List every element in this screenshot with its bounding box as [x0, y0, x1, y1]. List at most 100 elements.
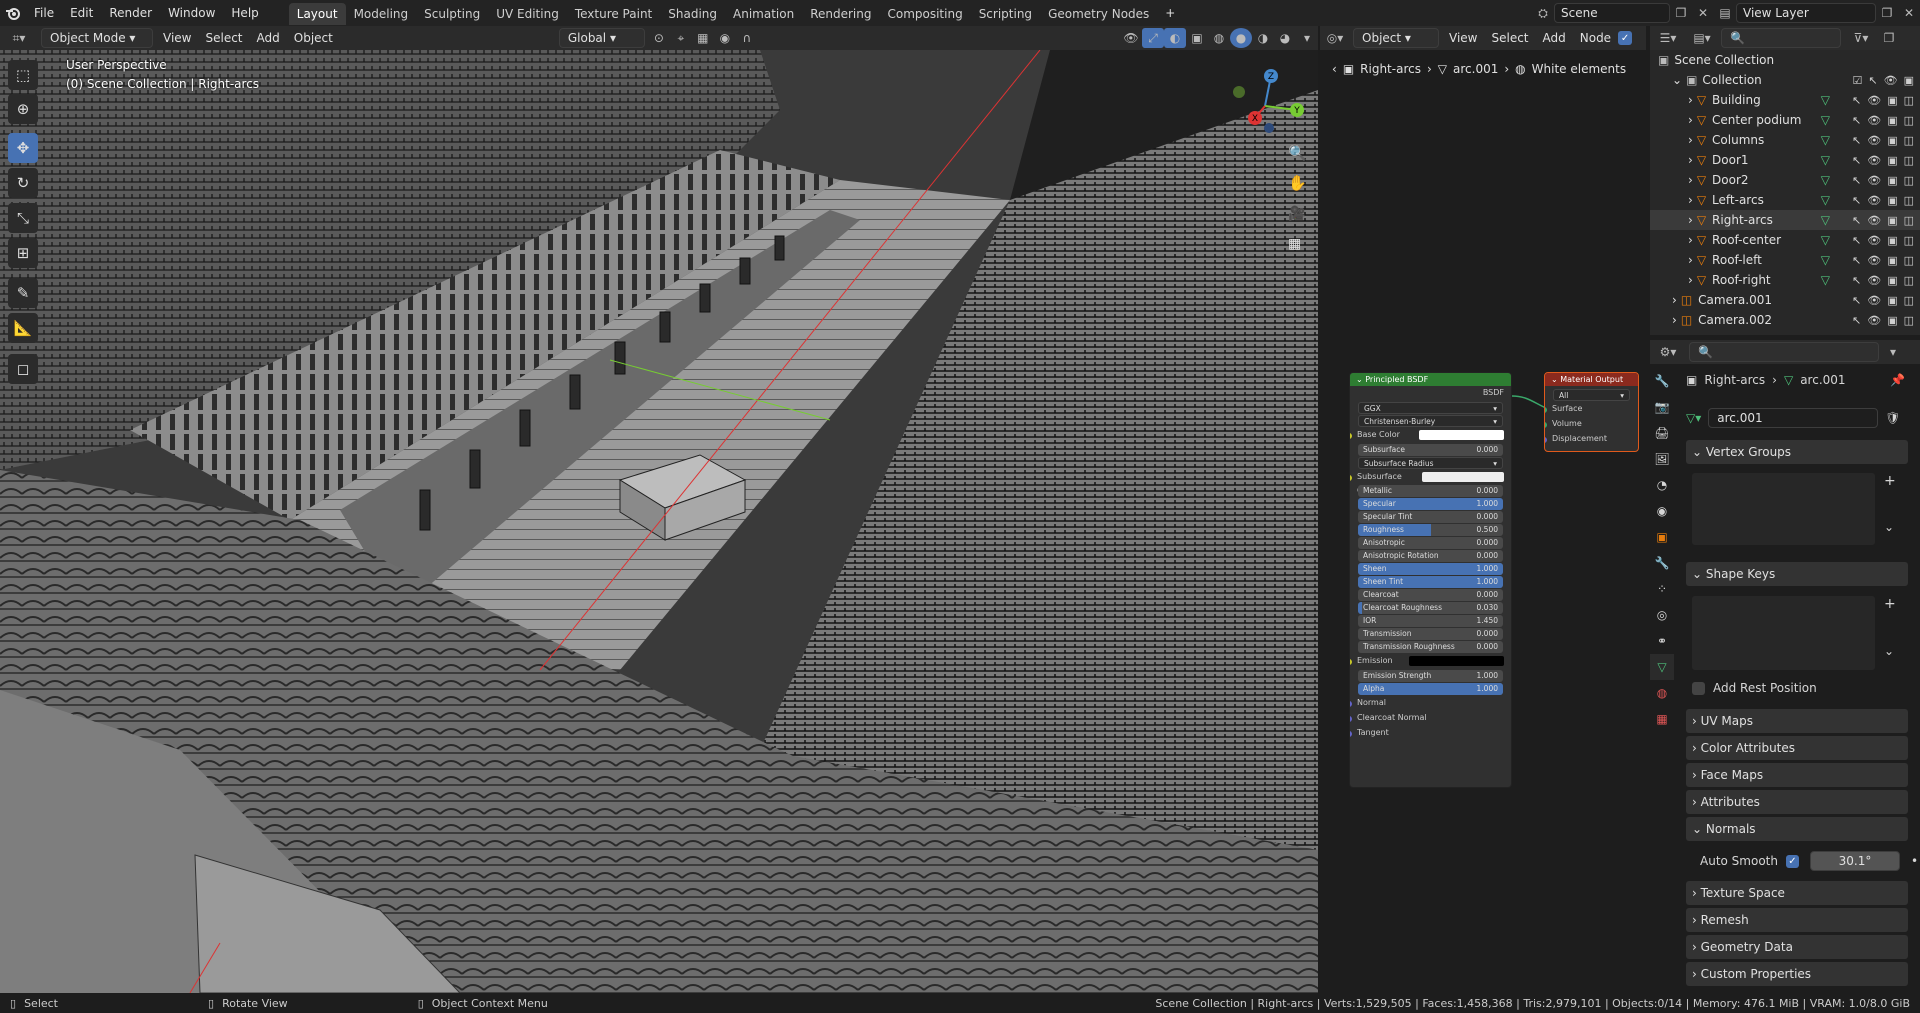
socket-icon[interactable] [1545, 436, 1547, 443]
view-layer-tab-icon[interactable]: 🖼 [1650, 446, 1674, 472]
bsdf-param-field[interactable]: Anisotropic 0.000 [1358, 537, 1503, 550]
camera-icon[interactable]: ◫ [1904, 174, 1914, 187]
auto-smooth-angle-field[interactable]: 30.1° [1809, 851, 1900, 871]
displacement-input[interactable]: Displacement [1545, 432, 1638, 447]
emission-row[interactable]: Emission [1350, 654, 1511, 669]
select-icon[interactable]: ↖ [1852, 254, 1861, 267]
bsdf-param-field[interactable]: IOR 1.450 [1358, 615, 1503, 628]
render-icon[interactable]: ▣ [1887, 294, 1897, 307]
tab-uv-editing[interactable]: UV Editing [488, 3, 567, 25]
select-icon[interactable]: ↖ [1852, 94, 1861, 107]
eye-icon[interactable]: 👁 [1867, 94, 1881, 107]
outliner-object-row[interactable]: › ▽ Right-arcs ▽ ↖ 👁 ▣ ◫ [1650, 210, 1920, 230]
render-icon[interactable]: ▣ [1887, 174, 1897, 187]
node-menu-select[interactable]: Select [1484, 26, 1535, 50]
gizmo-toggle-icon[interactable]: ⤢ [1142, 28, 1164, 48]
shading-options-icon[interactable]: ▾ [1296, 28, 1318, 48]
physics-tab-icon[interactable]: ◎ [1650, 602, 1674, 628]
socket-icon[interactable] [1350, 432, 1352, 439]
mode-dropdown[interactable]: Object Mode ▾ [41, 28, 153, 48]
eye-icon[interactable]: 👁 [1884, 74, 1898, 87]
mesh-name-field[interactable]: arc.001 [1708, 408, 1879, 428]
bsdf-param-field[interactable]: Roughness 0.500 [1358, 524, 1503, 537]
output-tab-icon[interactable]: 🖨 [1650, 420, 1674, 446]
tab-modeling[interactable]: Modeling [346, 3, 417, 25]
alpha-field[interactable]: Alpha 1.000 [1358, 683, 1503, 696]
eye-icon[interactable]: 👁 [1867, 254, 1881, 267]
outliner[interactable]: ▣ Scene Collection ⌄ ▣ Collection ☑ ↖ 👁 ▣ › ▽ Bu… [1650, 50, 1920, 335]
bsdf-output-socket[interactable]: BSDF [1350, 386, 1511, 401]
bsdf-param-field[interactable]: Anisotropic Rotation 0.000 [1358, 550, 1503, 563]
bsdf-param-field[interactable]: Sheen 1.000 [1358, 563, 1503, 576]
auto-smooth-checkbox[interactable]: ✓ [1785, 854, 1799, 868]
use-nodes-checkbox[interactable]: ✓ [1618, 31, 1633, 45]
camera-icon[interactable]: ◫ [1904, 114, 1914, 127]
camera-icon[interactable]: ◫ [1904, 134, 1914, 147]
socket-icon[interactable] [1545, 421, 1547, 428]
object-tab-icon[interactable]: ▣ [1650, 524, 1674, 550]
tab-sculpting[interactable]: Sculpting [416, 3, 488, 25]
tab-scripting[interactable]: Scripting [971, 3, 1040, 25]
outliner-object-row[interactable]: › ▽ Door2 ▽ ↖ 👁 ▣ ◫ [1650, 170, 1920, 190]
render-icon[interactable]: ▣ [1887, 274, 1897, 287]
eye-icon[interactable]: 👁 [1867, 114, 1881, 127]
render-icon[interactable]: ▣ [1887, 94, 1897, 107]
select-icon[interactable]: ↖ [1852, 154, 1861, 167]
subsurface-field[interactable]: Subsurface 0.000 [1358, 443, 1503, 456]
camera-icon[interactable]: ◫ [1904, 214, 1914, 227]
socket-icon[interactable] [1350, 659, 1352, 666]
select-icon[interactable]: ↖ [1852, 194, 1861, 207]
remesh-panel-header[interactable]: › Remesh [1686, 908, 1908, 932]
menu-render[interactable]: Render [101, 0, 160, 26]
camera-icon[interactable]: ◫ [1904, 94, 1914, 107]
socket-icon[interactable] [1350, 715, 1352, 722]
chevron-down-icon[interactable]: ⌄ [1672, 73, 1682, 87]
chevron-right-icon[interactable]: › [1688, 193, 1693, 207]
editor-type-icon[interactable]: ⌗▾ [0, 28, 38, 48]
shape-keys-list[interactable] [1692, 596, 1875, 670]
outliner-camera-row[interactable]: › ◫ Camera.002 ↖ 👁 ▣ ◫ [1650, 310, 1920, 330]
filter-icon[interactable]: ⊽▾ [1844, 28, 1878, 48]
new-view-layer-icon[interactable]: ❐ [1876, 3, 1898, 23]
camera-view-icon[interactable]: 🎥 [1288, 206, 1305, 222]
geometry-data-panel-header[interactable]: › Geometry Data [1686, 935, 1908, 959]
view-layer-field[interactable]: View Layer [1736, 3, 1876, 23]
visibility-icon[interactable]: 👁 [1120, 28, 1142, 48]
menu-window[interactable]: Window [160, 0, 223, 26]
object-visibility[interactable]: ↖ 👁 ▣ ◫ [1852, 234, 1914, 247]
rendered-shading-icon[interactable]: ◕ [1274, 28, 1296, 48]
outliner-type-icon[interactable]: ☰▾ [1650, 28, 1686, 48]
render-icon[interactable]: ▣ [1887, 194, 1897, 207]
eye-icon[interactable]: 👁 [1867, 214, 1881, 227]
select-icon[interactable]: ↖ [1852, 314, 1861, 327]
eye-icon[interactable]: 👁 [1867, 314, 1881, 327]
object-visibility[interactable]: ↖ 👁 ▣ ◫ [1852, 194, 1914, 207]
fake-user-icon[interactable]: 🛡 [1885, 411, 1900, 425]
3d-viewport[interactable] [0, 50, 1318, 993]
pan-icon[interactable]: ✋ [1288, 174, 1307, 192]
bsdf-param-field[interactable]: Clearcoat 0.000 [1358, 589, 1503, 602]
properties-options-icon[interactable]: ▾ [1882, 342, 1904, 362]
overlay-toggle-icon[interactable]: ◐ [1164, 28, 1186, 48]
snap-target-icon[interactable]: ▦ [692, 28, 714, 48]
object-visibility[interactable]: ↖ 👁 ▣ ◫ [1852, 154, 1914, 167]
particles-tab-icon[interactable]: ⁘ [1650, 576, 1674, 602]
collection-row[interactable]: ⌄ ▣ Collection ☑ ↖ 👁 ▣ [1650, 70, 1920, 90]
viewport-menu-object[interactable]: Object [287, 26, 340, 50]
tab-geometry-nodes[interactable]: Geometry Nodes [1040, 3, 1157, 25]
outliner-object-row[interactable]: › ▽ Left-arcs ▽ ↖ 👁 ▣ ◫ [1650, 190, 1920, 210]
ortho-toggle-icon[interactable]: ▦ [1288, 236, 1301, 252]
uv-maps-panel-header[interactable]: › UV Maps [1686, 709, 1908, 733]
falloff-icon[interactable]: ∩ [736, 28, 758, 48]
select-icon[interactable]: ↖ [1852, 234, 1861, 247]
base-color-swatch[interactable] [1419, 429, 1504, 440]
select-icon[interactable]: ↖ [1868, 74, 1877, 87]
bsdf-param-field[interactable]: Clearcoat Roughness 0.030 [1358, 602, 1503, 615]
normals-panel-header[interactable]: ⌄ Normals [1686, 817, 1908, 841]
object-visibility[interactable]: ↖ 👁 ▣ ◫ [1852, 94, 1914, 107]
rotate-tool[interactable]: ↻ [8, 168, 38, 198]
new-collection-icon[interactable]: ❐ [1878, 28, 1900, 48]
mesh-browse-icon[interactable]: ▽▾ [1686, 411, 1701, 425]
scene-name-field[interactable]: Scene [1554, 3, 1670, 23]
select-icon[interactable]: ↖ [1852, 274, 1861, 287]
